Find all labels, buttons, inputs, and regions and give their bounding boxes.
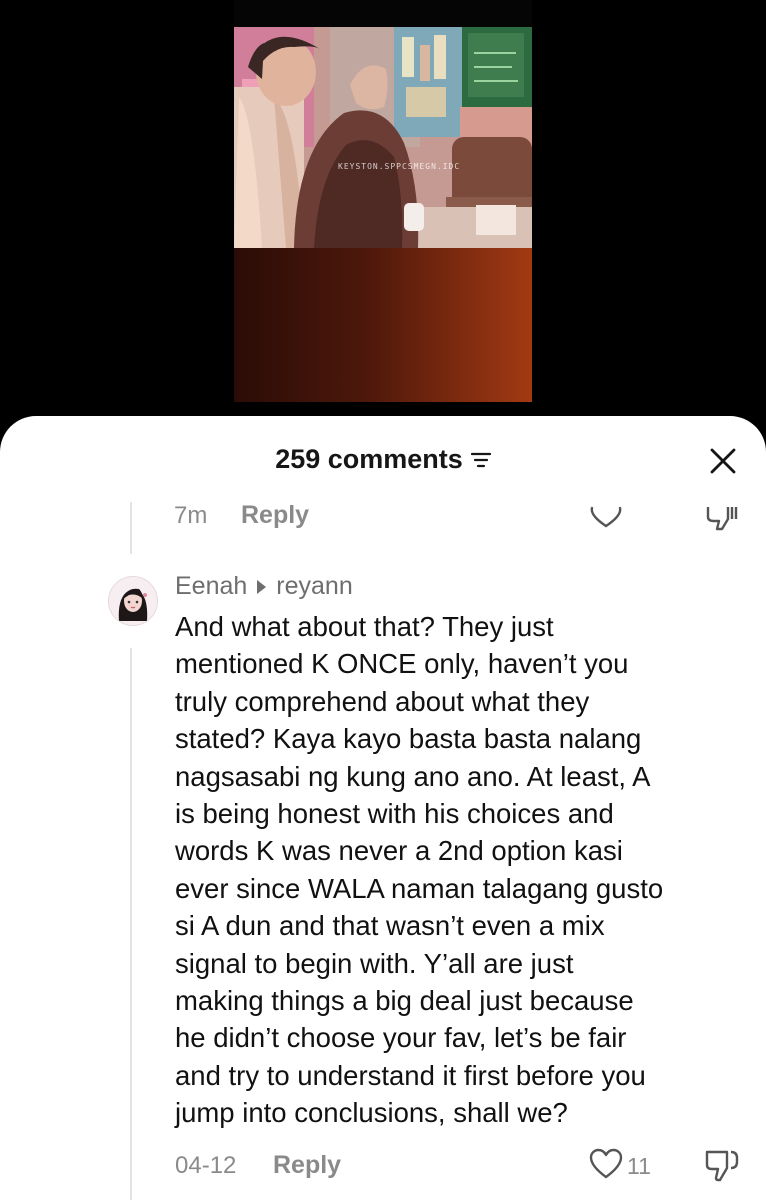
comment-line: jump into conclusions, shall we? (175, 1097, 568, 1129)
reply-to-username[interactable]: reyann (276, 572, 352, 601)
comments-header: 259 comments (0, 444, 766, 480)
comment-line: nagsasabi ng kung ano ano. At least, A (175, 760, 651, 792)
comments-title-wrapper: 259 comments (0, 444, 766, 475)
comment-line: and try to understand it first before yo… (175, 1059, 646, 1091)
comments-count-title: 259 comments (275, 444, 463, 474)
comment-line: mentioned K ONCE only, haven’t you (175, 648, 629, 680)
video-lower-area (234, 248, 532, 402)
video-letterbox-top (234, 0, 532, 27)
comment-line: si A dun and that wasn’t even a mix (175, 910, 605, 942)
heart-icon[interactable] (589, 1148, 623, 1180)
comment-line: stated? Kaya kayo basta basta nalang (175, 723, 642, 755)
thread-line (130, 648, 132, 1200)
video-watermark: KEYSTON.SPPCSMEGN.IDC (338, 162, 461, 171)
close-icon[interactable] (708, 446, 738, 476)
video-frame[interactable]: KEYSTON.SPPCSMEGN.IDC (234, 0, 532, 402)
previous-reply-button[interactable]: Reply (241, 501, 309, 530)
filter-icon[interactable] (470, 451, 491, 469)
comment-line: is being honest with his choices and (175, 798, 614, 830)
comment-line: And what about that? They just (175, 611, 554, 642)
like-icon-previous[interactable] (588, 500, 624, 530)
reply-button[interactable]: Reply (273, 1151, 341, 1180)
previous-comment-time: 7m (174, 502, 208, 529)
dislike-icon[interactable] (704, 1148, 740, 1182)
comment-text: And what about that? They just mentioned… (175, 608, 755, 1132)
comment-author-row: Eenah reyann (175, 572, 353, 601)
avatar-illustration (109, 577, 157, 625)
video-scene-graphic (234, 27, 532, 248)
comment-line: signal to begin with. Y’all are just (175, 947, 574, 979)
video-thumbnail: KEYSTON.SPPCSMEGN.IDC (234, 27, 532, 248)
dislike-icon-previous[interactable] (704, 501, 742, 531)
video-player[interactable]: KEYSTON.SPPCSMEGN.IDC (0, 0, 766, 440)
comment-date: 04-12 (175, 1152, 237, 1179)
comment-line: making things a big deal just because (175, 985, 634, 1017)
comment-username[interactable]: Eenah (175, 572, 247, 601)
avatar[interactable] (108, 576, 158, 626)
comment-line: truly comprehend about what they (175, 685, 590, 717)
like-count: 11 (627, 1153, 651, 1179)
comment-line: words K was never a 2nd option kasi (175, 835, 623, 867)
reply-arrow-icon (257, 579, 267, 594)
comments-title-inner: 259 comments (275, 444, 491, 475)
thread-line-previous (130, 502, 132, 554)
comment-line: he didn’t choose your fav, let’s be fair (175, 1022, 627, 1054)
comment-line: ever since WALA naman talagang gusto (175, 872, 664, 904)
